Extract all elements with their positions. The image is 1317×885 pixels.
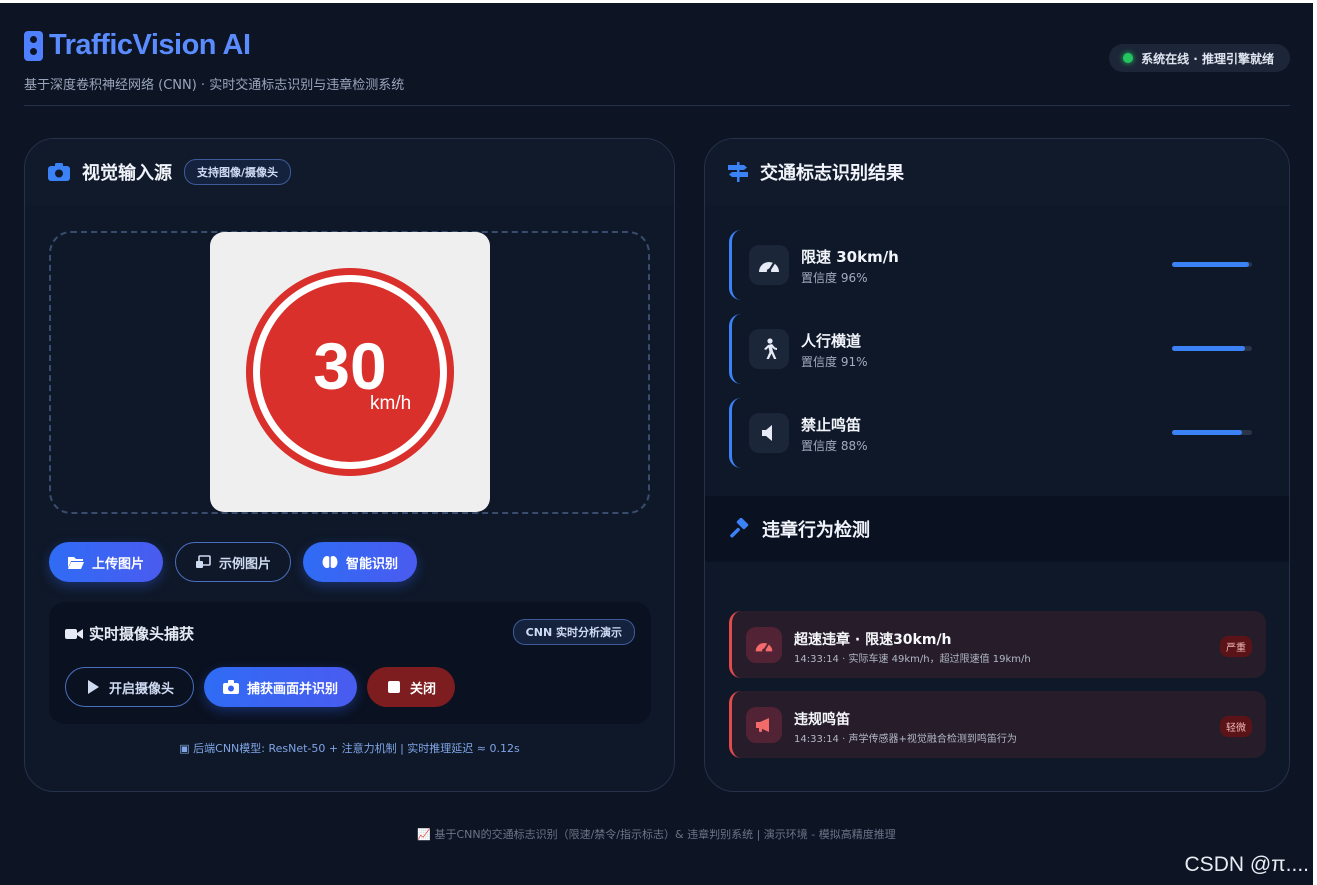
signpost-icon <box>728 162 748 182</box>
app-window: TrafficVision AI 基于深度卷积神经网络 (CNN) · 实时交通… <box>0 3 1313 885</box>
chip-icon: ▣ <box>179 742 194 755</box>
page-footer: 📈 基于CNN的交通标志识别（限速/禁令/指示标志）& 违章判别系统 | 演示环… <box>0 826 1313 842</box>
camera-section-title: 实时摄像头捕获 <box>65 623 194 644</box>
model-footnote: ▣ 后端CNN模型: ResNet-50 + 注意力机制 | 实时推理延迟 ≈ … <box>25 740 674 756</box>
upload-image-label: 上传图片 <box>92 556 145 572</box>
confidence-bar <box>1172 430 1252 435</box>
result-name: 禁止鸣笛 <box>801 416 862 434</box>
speed-limit-sign: 30 km/h <box>246 268 454 476</box>
result-item[interactable]: 禁止鸣笛 置信度 88% <box>729 398 1269 468</box>
violation-title: 违规鸣笛 <box>794 712 850 728</box>
smart-recognize-label: 智能识别 <box>346 556 399 572</box>
start-camera-label: 开启摄像头 <box>109 681 175 697</box>
results-panel-header: 交通标志识别结果 <box>705 139 1289 205</box>
close-camera-label: 关闭 <box>410 681 437 697</box>
capture-recognize-button[interactable]: 捕获画面并识别 <box>204 667 358 707</box>
header: TrafficVision AI 基于深度卷积神经网络 (CNN) · 实时交通… <box>24 29 1290 106</box>
input-panel: 视觉输入源 支持图像/摄像头 30 km/h 上传图片 示例图片 智能识别 实时… <box>24 138 675 792</box>
brain-icon <box>322 556 338 568</box>
violations-header: 违章行为检测 <box>705 496 1289 562</box>
app-subtitle: 基于深度卷积神经网络 (CNN) · 实时交通标志识别与违章检测系统 <box>24 78 405 93</box>
severity-badge: 严重 <box>1220 636 1252 657</box>
camera-section-label: 实时摄像头捕获 <box>89 625 195 643</box>
violation-item[interactable]: 违规鸣笛 14:33:14 · 声学传感器+视觉融合检测到鸣笛行为 轻微 <box>729 691 1266 758</box>
gavel-icon <box>730 518 749 538</box>
input-panel-title: 视觉输入源 <box>82 163 172 184</box>
close-camera-button[interactable]: 关闭 <box>367 667 456 707</box>
camera-actions: 开启摄像头 捕获画面并识别 关闭 <box>65 667 456 707</box>
camera-icon <box>223 680 240 694</box>
sign-unit: km/h <box>370 393 412 414</box>
status-dot-icon <box>1123 53 1134 63</box>
violation-description: 14:33:14 · 声学传感器+视觉融合检测到鸣笛行为 <box>794 734 1017 745</box>
violation-title: 超速违章 · 限速30km/h <box>794 632 952 648</box>
input-actions: 上传图片 示例图片 智能识别 <box>49 542 418 582</box>
speaker-icon <box>749 413 789 453</box>
confidence-bar <box>1172 262 1252 267</box>
result-item[interactable]: 限速 30km/h 置信度 96% <box>729 230 1269 300</box>
sign-number: 30 <box>313 329 387 403</box>
image-gallery-icon <box>196 555 211 568</box>
cnn-demo-tag: CNN 实时分析演示 <box>512 619 635 645</box>
confidence-bar <box>1172 346 1252 351</box>
recognition-results-list: 限速 30km/h 置信度 96% 人行横道 置信度 91% 禁止鸣笛 置信度 … <box>729 230 1269 482</box>
play-icon <box>88 680 99 694</box>
megaphone-icon <box>746 707 782 743</box>
result-name: 限速 30km/h <box>801 248 899 266</box>
status-text: 系统在线 · 推理引擎就绪 <box>1141 51 1274 66</box>
input-image-preview: 30 km/h <box>210 232 490 512</box>
severity-badge: 轻微 <box>1220 716 1252 737</box>
watermark: CSDN @π.... <box>1184 853 1309 876</box>
results-panel: 交通标志识别结果 限速 30km/h 置信度 96% 人行横道 置信度 91% <box>704 138 1290 792</box>
stop-icon <box>388 681 401 693</box>
chart-line-icon: 📈 <box>417 828 435 841</box>
speedometer-icon <box>749 245 789 285</box>
violation-description: 14:33:14 · 实际车速 49km/h，超过限速值 19km/h <box>794 654 1031 665</box>
model-footnote-text: 后端CNN模型: ResNet-50 + 注意力机制 | 实时推理延迟 ≈ 0.… <box>193 742 520 755</box>
page-footer-text: 基于CNN的交通标志识别（限速/禁令/指示标志）& 违章判别系统 | 演示环境 … <box>434 828 896 841</box>
violation-item[interactable]: 超速违章 · 限速30km/h 14:33:14 · 实际车速 49km/h，超… <box>729 611 1266 678</box>
example-image-label: 示例图片 <box>219 556 272 572</box>
camera-capture-section: 实时摄像头捕获 CNN 实时分析演示 开启摄像头 捕获画面并识别 关闭 <box>49 602 651 724</box>
result-item[interactable]: 人行横道 置信度 91% <box>729 314 1269 384</box>
result-confidence: 置信度 96% <box>801 271 868 285</box>
start-camera-button[interactable]: 开启摄像头 <box>65 667 195 707</box>
result-name: 人行横道 <box>801 332 862 350</box>
status-badge: 系统在线 · 推理引擎就绪 <box>1109 44 1290 72</box>
traffic-light-icon <box>24 30 43 61</box>
upload-image-button[interactable]: 上传图片 <box>49 542 164 582</box>
results-panel-title: 交通标志识别结果 <box>760 163 904 184</box>
violations-title: 违章行为检测 <box>762 520 870 541</box>
example-image-button[interactable]: 示例图片 <box>175 542 292 582</box>
pedestrian-icon <box>749 329 789 369</box>
result-confidence: 置信度 91% <box>801 355 868 369</box>
brand: TrafficVision AI <box>24 29 1290 62</box>
capture-recognize-label: 捕获画面并识别 <box>247 681 339 697</box>
result-confidence: 置信度 88% <box>801 439 868 453</box>
app-title: TrafficVision AI <box>49 29 251 61</box>
input-source-tag: 支持图像/摄像头 <box>184 159 292 185</box>
folder-open-icon <box>68 557 84 569</box>
camera-icon <box>48 163 70 181</box>
smart-recognize-button[interactable]: 智能识别 <box>303 542 418 582</box>
speedometer-icon <box>746 627 782 663</box>
video-camera-icon <box>65 628 83 639</box>
input-panel-header: 视觉输入源 支持图像/摄像头 <box>25 139 674 205</box>
